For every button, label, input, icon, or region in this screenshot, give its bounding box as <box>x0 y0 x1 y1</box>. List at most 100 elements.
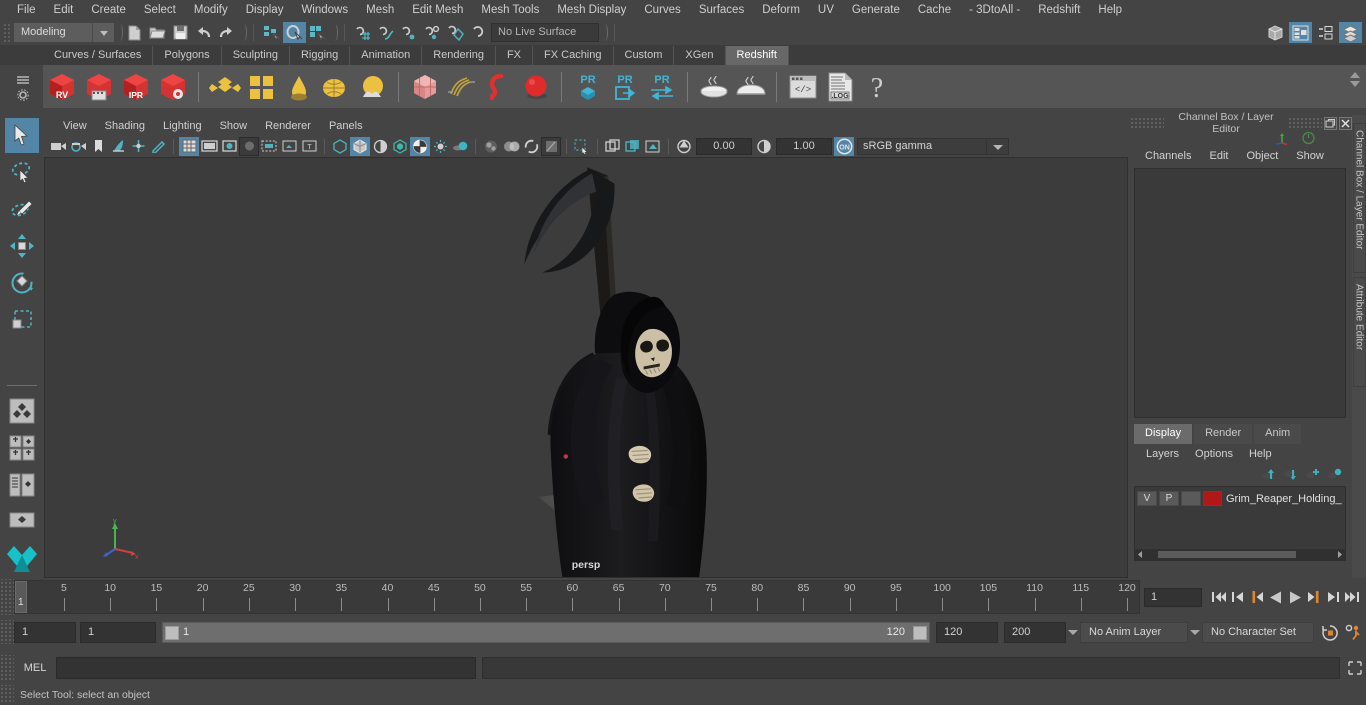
redo-icon[interactable] <box>215 22 238 43</box>
shelf-tab-rendering[interactable]: Rendering <box>422 46 496 65</box>
make-live-icon[interactable] <box>466 22 489 43</box>
color-management-field[interactable]: sRGB gamma <box>857 137 987 155</box>
layer-visibility-toggle[interactable]: V <box>1137 491 1157 506</box>
panel-grip[interactable] <box>1130 117 1164 129</box>
shelf-scroll-arrows[interactable] <box>1347 69 1363 105</box>
chevron-down-icon[interactable] <box>92 23 114 42</box>
menu-generate[interactable]: Generate <box>843 0 909 20</box>
layer-menu-layers[interactable]: Layers <box>1138 448 1187 460</box>
menu-uv[interactable]: UV <box>809 0 843 20</box>
lasso-select-tool[interactable] <box>5 155 39 190</box>
textured-icon[interactable] <box>410 136 430 156</box>
scroll-right-arrow-icon[interactable] <box>1334 549 1345 560</box>
xray-joints-icon[interactable] <box>623 137 643 156</box>
image-plane-icon[interactable] <box>108 137 128 156</box>
range-slider-grip[interactable] <box>0 620 14 644</box>
single-perspective-view-icon[interactable] <box>5 504 39 539</box>
undock-icon[interactable] <box>1324 116 1337 130</box>
shelf-tab-rigging[interactable]: Rigging <box>289 46 351 65</box>
safe-action-icon[interactable] <box>279 137 299 156</box>
viewport-menu-panels[interactable]: Panels <box>320 120 372 132</box>
layer-type-toggle[interactable] <box>1181 491 1201 506</box>
anim-layer-chevron-down-icon[interactable] <box>1066 622 1080 643</box>
color-management-toggle-icon[interactable]: ON <box>834 136 854 156</box>
snap-to-grid-icon[interactable] <box>351 22 374 43</box>
playback-end-time-field[interactable]: 120 <box>936 621 998 643</box>
playback-start-time-field[interactable]: 1 <box>80 621 156 643</box>
layer-menu-help[interactable]: Help <box>1241 448 1280 460</box>
menu-set-selector[interactable]: Modeling <box>14 23 114 42</box>
go-to-start-icon[interactable] <box>1210 587 1227 607</box>
move-layer-down-icon[interactable] <box>1282 468 1298 481</box>
menu-edit[interactable]: Edit <box>45 0 83 20</box>
range-end-handle[interactable] <box>913 625 927 640</box>
new-scene-icon[interactable] <box>123 22 146 43</box>
redshift-render-sequence-icon[interactable] <box>80 68 117 106</box>
menu-create[interactable]: Create <box>82 0 135 20</box>
layer-name[interactable]: Grim_Reaper_Holding_ <box>1226 493 1342 505</box>
select-by-hierarchy-icon[interactable] <box>260 22 283 43</box>
select-camera-icon[interactable] <box>48 137 68 156</box>
redshift-environment-icon[interactable] <box>354 68 391 106</box>
shelf-tab-polygons[interactable]: Polygons <box>153 46 222 65</box>
snap-to-curve-icon[interactable] <box>374 22 397 43</box>
viewport-menu-shading[interactable]: Shading <box>96 120 154 132</box>
move-layer-up-icon[interactable] <box>1260 468 1276 481</box>
four-view-layout-icon[interactable] <box>5 393 39 428</box>
shadows-icon[interactable] <box>450 137 470 156</box>
vtab-channel-box-layer-editor[interactable]: Channel Box / Layer Editor <box>1352 123 1366 273</box>
redshift-sphere-icon[interactable] <box>517 68 554 106</box>
menu-mesh-display[interactable]: Mesh Display <box>548 0 635 20</box>
undo-icon[interactable] <box>192 22 215 43</box>
channel-menu-object[interactable]: Object <box>1237 150 1287 162</box>
range-start-handle[interactable] <box>165 625 179 640</box>
live-surface-field[interactable]: No Live Surface <box>491 23 599 42</box>
snap-to-projected-center-icon[interactable] <box>420 22 443 43</box>
xray-icon[interactable] <box>603 137 623 156</box>
redshift-hair-icon[interactable] <box>443 68 480 106</box>
viewport-menu-view[interactable]: View <box>54 120 96 132</box>
channel-menu-channels[interactable]: Channels <box>1136 150 1200 162</box>
redshift-pr-object-icon[interactable]: PR <box>569 68 606 106</box>
close-icon[interactable] <box>1339 116 1352 130</box>
shelf-tab-fx[interactable]: FX <box>495 46 534 65</box>
command-language-label[interactable]: MEL <box>14 662 56 674</box>
multisample-aa-icon[interactable] <box>521 137 541 156</box>
select-tool[interactable] <box>5 118 39 153</box>
anim-layer-field[interactable]: No Anim Layer <box>1080 621 1188 643</box>
redshift-material-icon[interactable] <box>206 68 243 106</box>
smooth-shade-all-icon[interactable] <box>350 136 370 156</box>
film-origin-icon[interactable] <box>259 137 279 156</box>
shelf-left-controls[interactable] <box>0 65 43 108</box>
menu-modify[interactable]: Modify <box>185 0 237 20</box>
redshift-proxy-cube-icon[interactable] <box>406 68 443 106</box>
gate-mask-icon[interactable] <box>239 136 259 156</box>
viewport-menu-lighting[interactable]: Lighting <box>154 120 211 132</box>
menu-display[interactable]: Display <box>237 0 293 20</box>
menu-windows[interactable]: Windows <box>292 0 357 20</box>
auto-keyframe-icon[interactable] <box>1318 624 1342 641</box>
current-time-field[interactable]: 1 <box>1144 587 1202 607</box>
wireframe-icon[interactable] <box>330 137 350 156</box>
redshift-shader-graph-icon[interactable] <box>243 68 280 106</box>
panel-grip-right[interactable] <box>1288 117 1322 129</box>
channel-menu-show[interactable]: Show <box>1287 150 1333 162</box>
help-line-grip[interactable] <box>0 685 14 704</box>
depth-of-field-icon[interactable] <box>541 136 561 156</box>
vtab-attribute-editor[interactable]: Attribute Editor <box>1352 277 1366 387</box>
redshift-bake-icon[interactable] <box>695 68 732 106</box>
time-slider-track[interactable]: 1 5 10 15 20 25 30 35 40 45 50 55 60 65 70 75 80 85 90 95 1… <box>14 580 1140 614</box>
gamma-field[interactable]: 1.00 <box>776 137 832 155</box>
layer-playback-toggle[interactable]: P <box>1159 491 1179 506</box>
play-forwards-icon[interactable] <box>1286 587 1303 607</box>
persp-outliner-layout-icon[interactable] <box>5 430 39 465</box>
screen-space-ao-icon[interactable] <box>481 137 501 156</box>
redshift-pr-swap-icon[interactable]: PR <box>643 68 680 106</box>
resolution-gate-icon[interactable] <box>219 137 239 156</box>
motion-blur-icon[interactable] <box>501 137 521 156</box>
menu-select[interactable]: Select <box>135 0 185 20</box>
gamma-icon[interactable] <box>754 137 774 156</box>
show-hide-tool-settings-icon[interactable] <box>1314 22 1337 43</box>
menu-help[interactable]: Help <box>1089 0 1131 20</box>
anim-end-time-field[interactable]: 200 <box>1004 621 1066 643</box>
